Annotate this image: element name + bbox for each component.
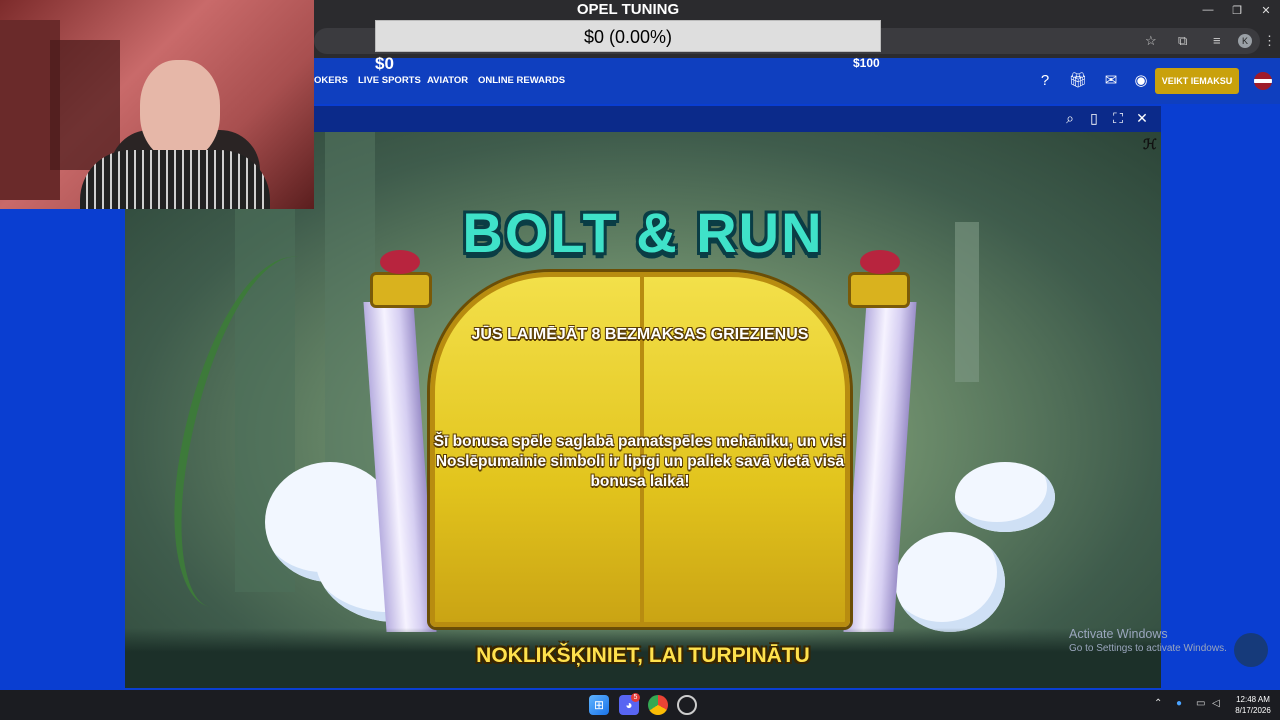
help-icon[interactable]: ? bbox=[1034, 70, 1056, 92]
mail-icon[interactable]: ✉ bbox=[1100, 70, 1122, 92]
progress-label: $0 (0.00%) bbox=[583, 27, 673, 47]
cloud bbox=[955, 462, 1055, 532]
person-face bbox=[140, 60, 220, 160]
progress-end-value: $100 bbox=[853, 56, 880, 70]
right-pillar-capital bbox=[848, 272, 910, 308]
cloud bbox=[895, 532, 1005, 632]
language-flag-icon[interactable] bbox=[1254, 72, 1272, 90]
game-title: BOLT & RUN bbox=[462, 201, 824, 264]
shelf bbox=[50, 40, 120, 170]
activation-watermark-title: Activate Windows bbox=[1069, 627, 1168, 641]
profile-avatar[interactable]: K bbox=[1238, 34, 1252, 48]
clock-time: 12:48 AM bbox=[1236, 695, 1270, 704]
game-canvas[interactable]: BOLT & RUN JŪS LAIMĒJĀT 8 BEZMAKSAS GRIE… bbox=[125, 132, 1161, 688]
close-window-icon[interactable]: ✕ bbox=[1256, 4, 1276, 17]
discord-badge: 5 bbox=[631, 693, 640, 702]
nav-item-aviator[interactable]: AVIATOR bbox=[427, 75, 468, 86]
provider-logo-icon: ℋ bbox=[1143, 136, 1157, 152]
person-shirt bbox=[80, 150, 270, 209]
gift-icon[interactable]: 🎁︎ bbox=[1067, 70, 1089, 92]
nav-item-online-rewards[interactable]: ONLINE REWARDS bbox=[478, 75, 565, 86]
clock-date: 8/17/2026 bbox=[1235, 706, 1271, 715]
progress-start-value: $0 bbox=[375, 54, 394, 73]
continue-prompt[interactable]: NOKLIKŠĶINIET, LAI TURPINĀTU bbox=[125, 644, 1161, 668]
taskbar-clock[interactable]: 12:48 AM 8/17/2026 bbox=[1230, 694, 1276, 716]
account-icon[interactable]: ◉ bbox=[1130, 70, 1152, 92]
overlay-title: OPEL TUNING bbox=[576, 1, 680, 18]
restore-icon[interactable]: ❐ bbox=[1227, 4, 1247, 17]
taskbar bbox=[0, 690, 1280, 720]
webcam-feed bbox=[0, 0, 314, 209]
menu-icon[interactable]: ⋮ bbox=[1263, 33, 1276, 49]
close-game-icon[interactable]: ✕ bbox=[1133, 110, 1151, 127]
bonus-description: Šī bonusa spēle saglabā pamatspēles mehā… bbox=[433, 433, 847, 490]
volume-icon[interactable]: ◁ bbox=[1212, 698, 1220, 709]
network-icon[interactable]: ▭ bbox=[1196, 698, 1205, 709]
microphone-icon[interactable]: ● bbox=[1176, 698, 1182, 709]
bookmark-icon[interactable]: ▯ bbox=[1085, 110, 1103, 127]
win-message: JŪS LAIMĒJĀT 8 BEZMAKSAS GRIEZIENUS bbox=[471, 326, 809, 343]
left-pillar-capital bbox=[370, 272, 432, 308]
deposit-button[interactable]: VEIKT IEMAKSU bbox=[1155, 68, 1239, 94]
fullscreen-icon[interactable]: ⛶ bbox=[1109, 110, 1127, 127]
bookmark-star-icon[interactable]: ☆ bbox=[1145, 33, 1157, 49]
start-windows-icon[interactable]: ⊞ bbox=[589, 695, 609, 715]
search-icon[interactable]: ⌕ bbox=[1061, 110, 1079, 127]
chat-widget-icon[interactable] bbox=[1234, 633, 1268, 667]
minimize-icon[interactable]: — bbox=[1198, 4, 1218, 16]
obs-icon[interactable] bbox=[677, 695, 697, 715]
extensions-icon[interactable]: ⧉ bbox=[1178, 33, 1187, 49]
media-icon[interactable]: ≡ bbox=[1213, 33, 1221, 48]
tray-chevron-icon[interactable]: ⌃ bbox=[1154, 698, 1162, 709]
game-toolbar bbox=[314, 106, 1161, 132]
nav-item-live-sports[interactable]: LIVE SPORTS bbox=[358, 75, 421, 86]
nav-item-pokers[interactable]: OKERS bbox=[314, 75, 348, 86]
activation-watermark-subtitle: Go to Settings to activate Windows. bbox=[1069, 643, 1227, 654]
chrome-icon[interactable] bbox=[648, 695, 668, 715]
